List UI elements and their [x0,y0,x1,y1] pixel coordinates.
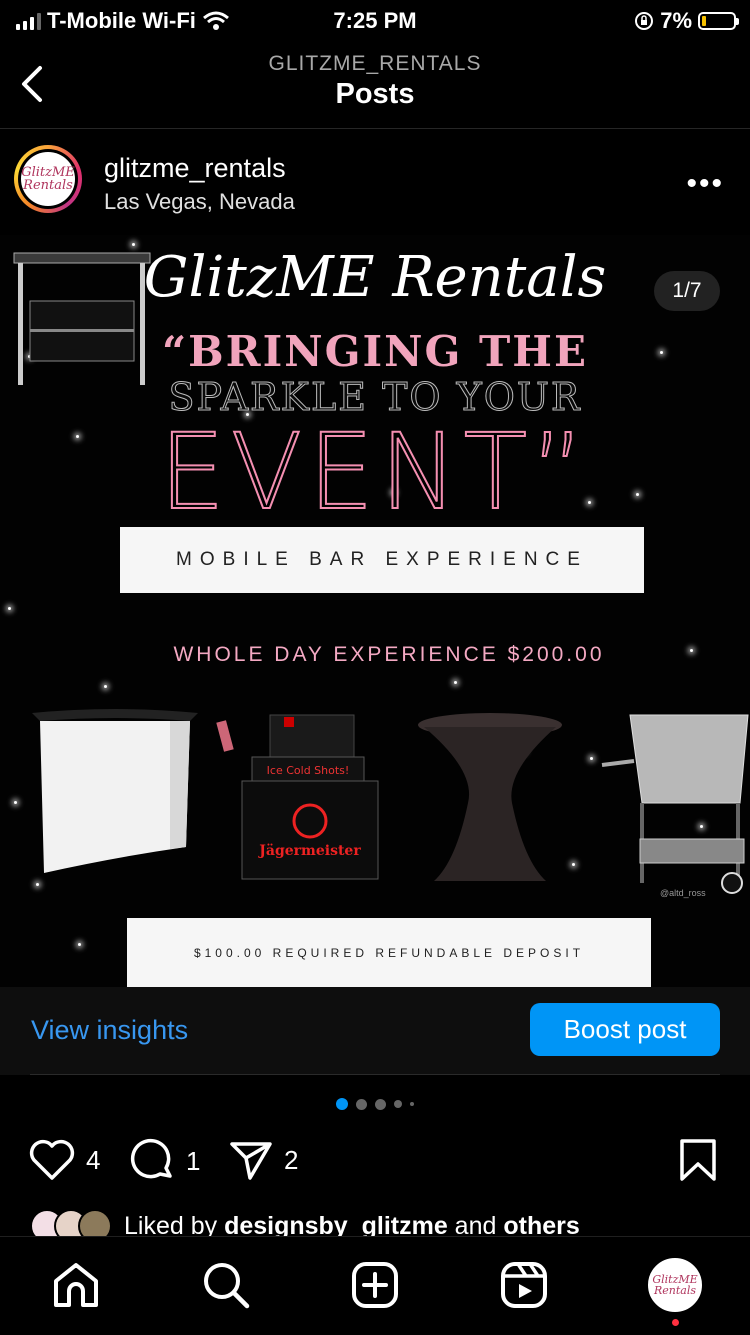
brand-title: GlitzME Rentals [143,245,607,310]
carousel-dot [394,1100,402,1108]
comment-count[interactable]: 1 [186,1146,200,1177]
jagermeister-cooler-image: Ice Cold Shots! Jägermeister [216,714,379,880]
like-count[interactable]: 4 [86,1145,100,1176]
ice-tub-cart-image [601,714,749,894]
status-bar: T-Mobile Wi-Fi 7:25 PM 7% [0,0,750,44]
headline-line1: “BRINGING THE [162,327,588,376]
page-title: Posts [335,78,415,110]
comment-icon[interactable] [130,1138,176,1184]
deposit-banner: $100.00 REQUIRED REFUNDABLE DEPOSIT [127,918,651,987]
avatar-logo: GlitzME Rentals [21,152,75,206]
search-icon[interactable] [200,1259,252,1311]
username[interactable]: glitzme_rentals [104,153,286,184]
tab-bar: GlitzME Rentals [0,1236,750,1335]
boost-post-button[interactable]: Boost post [530,1003,720,1056]
orientation-lock-icon [635,12,654,30]
nav-subtitle: GLITZME_RENTALS [268,52,482,75]
price-text: WHOLE DAY EXPERIENCE $200.00 [173,643,605,666]
share-action[interactable]: 2 [228,1138,298,1182]
battery-percent: 7% [660,8,692,33]
battery-icon [698,12,739,30]
heart-icon[interactable] [28,1138,76,1182]
watermark: @altd_ross [660,888,706,898]
create-icon[interactable] [349,1259,401,1311]
carousel-dot [375,1098,386,1110]
status-right: 7% [634,8,739,34]
svg-text:Ice Cold Shots!: Ice Cold Shots! [267,764,350,777]
location[interactable]: Las Vegas, Nevada [104,189,295,215]
bookmark-icon[interactable] [678,1138,718,1182]
view-insights-link[interactable]: View insights [31,1015,188,1046]
share-count[interactable]: 2 [284,1145,298,1176]
carousel-dot [410,1102,414,1106]
cocktail-table-image [418,713,562,881]
divider [30,1074,720,1075]
post-image[interactable]: GlitzME Rentals 1/7 “BRINGING THE SPARKL… [0,235,750,987]
action-row: 4 1 2 [0,1132,750,1188]
carousel-dots [0,1097,750,1111]
mobile-bar-image [32,709,198,873]
notification-dot [672,1319,679,1326]
svg-text:Jägermeister: Jägermeister [257,843,361,859]
share-icon[interactable] [228,1138,274,1182]
carousel-dot [356,1098,367,1110]
carousel-dot-active [336,1098,348,1110]
profile-tab-avatar[interactable]: GlitzME Rentals [648,1258,702,1312]
avatar[interactable]: GlitzME Rentals [14,145,82,213]
carousel-counter: 1/7 [654,271,720,311]
insights-bar: View insights Boost post [0,987,750,1075]
post-header: GlitzME Rentals glitzme_rentals Las Vega… [0,129,750,235]
home-icon[interactable] [50,1259,102,1311]
service-banner: MOBILE BAR EXPERIENCE [120,527,644,593]
more-options-icon[interactable]: ••• [686,167,724,201]
like-action[interactable]: 4 [28,1138,100,1182]
headline-line3: EVENT” [158,410,591,534]
reels-icon[interactable] [498,1259,550,1311]
comment-action[interactable]: 1 [130,1138,200,1184]
nav-header: GLITZME_RENTALS Posts [0,44,750,129]
